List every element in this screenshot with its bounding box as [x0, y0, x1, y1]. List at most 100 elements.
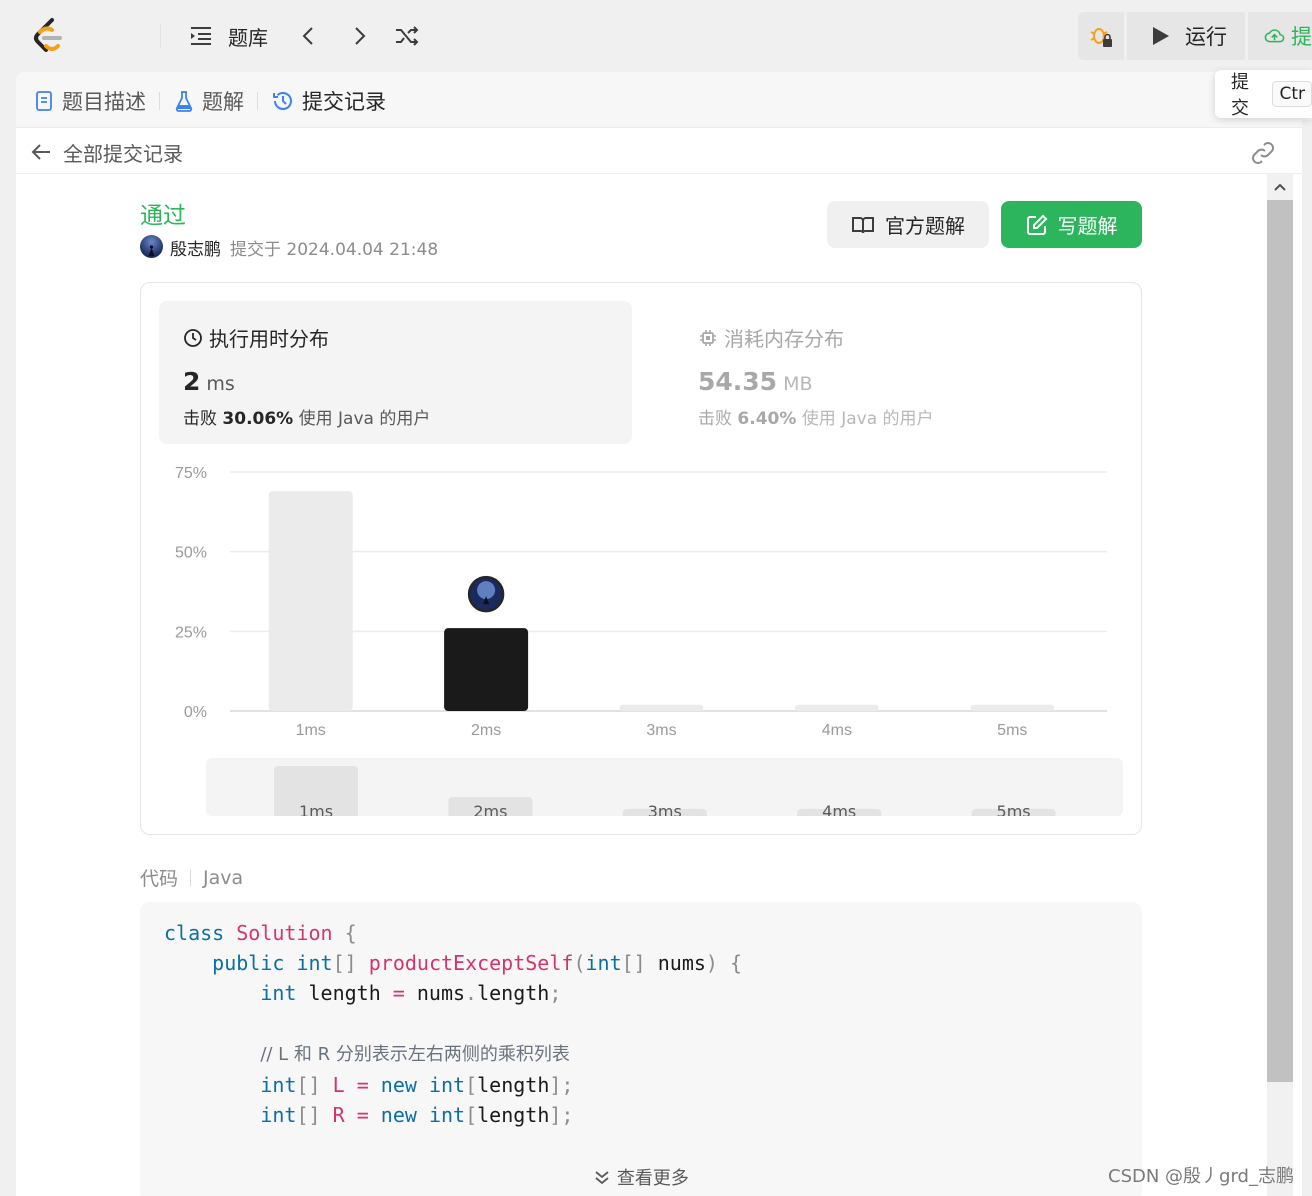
chart-bar — [970, 704, 1055, 711]
runtime-number: 2 — [183, 367, 201, 396]
chevron-right-icon — [355, 27, 366, 45]
problem-bank-button[interactable]: 题库 — [188, 18, 268, 54]
author-name[interactable]: 殷志鹏 — [170, 235, 221, 260]
divider — [190, 869, 192, 886]
tab-description[interactable]: 题目描述 — [34, 86, 146, 116]
runtime-distribution-chart: 0% 25% 50% 75% 1ms 2ms 3ms 4ms 5ms — [175, 465, 1107, 739]
beat-suffix: 使用 Java 的用户 — [298, 409, 431, 429]
see-more-button[interactable]: 查看更多 — [140, 1164, 1142, 1190]
chart-bar — [268, 491, 353, 711]
edit-icon — [1026, 214, 1047, 235]
top-bar: 题库 运行 提 — [0, 0, 1312, 72]
beat-percent: 30.06% — [222, 409, 294, 429]
code-header: 代码 Java — [140, 864, 243, 891]
runtime-title-label: 执行用时分布 — [209, 327, 329, 351]
avatar-figure-icon — [148, 245, 155, 256]
code-block: class Solution { public int[] productExc… — [140, 902, 1142, 1196]
divider — [257, 92, 258, 110]
x-tick-label: 4ms — [822, 722, 852, 739]
scroll-up-button[interactable] — [1267, 174, 1293, 200]
shortcut-key: Ctr — [1272, 81, 1312, 107]
mini-x-label: 3ms — [648, 802, 682, 816]
leetcode-logo[interactable] — [28, 16, 68, 56]
chart-bar — [619, 704, 704, 711]
bug-lock-icon — [1090, 28, 1112, 47]
code-label: 代码 — [140, 868, 179, 890]
tab-solutions-label: 题解 — [202, 90, 244, 114]
beat-percent: 6.40% — [737, 409, 797, 429]
history-icon — [273, 92, 292, 110]
submit-label: 提 — [1291, 25, 1312, 49]
flask-icon — [175, 91, 193, 112]
y-tick-label: 25% — [175, 624, 207, 641]
beat-suffix: 使用 Java 的用户 — [801, 409, 934, 429]
chart-bar — [794, 704, 879, 711]
divider — [160, 24, 161, 48]
chevron-up-icon — [1274, 183, 1286, 191]
tab-solutions[interactable]: 题解 — [174, 86, 244, 116]
tab-bar: 题目描述 题解 提交记录 — [16, 72, 1312, 128]
submission-status: 通过 — [140, 203, 186, 229]
code-content: class Solution { public int[] productExc… — [164, 921, 743, 1127]
runtime-stat[interactable]: 执行用时分布 2 ms 击败 30.06% 使用 Java 的用户 — [159, 301, 632, 444]
back-bar: 全部提交记录 — [16, 129, 1312, 174]
mini-x-label: 2ms — [473, 802, 507, 816]
memory-title: 消耗内存分布 — [698, 323, 844, 352]
chevron-left-icon — [302, 27, 313, 45]
memory-unit: MB — [783, 373, 813, 395]
play-icon — [1153, 27, 1169, 45]
mini-x-label: 1ms — [299, 802, 333, 816]
memory-value: 54.35 MB — [698, 367, 813, 396]
debug-button[interactable] — [1078, 12, 1124, 60]
cloud-upload-icon — [1264, 29, 1285, 43]
main-panel: 题目描述 题解 提交记录 全部提交记录 通过 殷志鹏 提交于 2024.04.0… — [16, 72, 1312, 1196]
write-solution-button[interactable]: 写题解 — [1001, 201, 1142, 248]
divider — [159, 92, 160, 110]
document-icon — [36, 91, 52, 111]
official-solution-label: 官方题解 — [885, 214, 965, 238]
chart-bar — [444, 628, 529, 711]
x-tick-label: 2ms — [471, 722, 501, 739]
right-edge-panel — [1302, 120, 1312, 1196]
write-solution-label: 写题解 — [1057, 214, 1118, 238]
tooltip-label: 提交 — [1231, 72, 1249, 119]
scrollbar-thumb[interactable] — [1267, 200, 1293, 1082]
list-icon — [191, 27, 211, 45]
chart-range-navigator[interactable]: 1ms 2ms 3ms 4ms 5ms — [206, 758, 1123, 816]
see-more-label: 查看更多 — [616, 1168, 689, 1189]
prev-problem-button[interactable] — [296, 18, 322, 54]
watermark: CSDN @殷丿grd_志鹏 — [1108, 1166, 1294, 1187]
mini-x-label: 4ms — [822, 802, 856, 816]
all-submissions-link[interactable]: 全部提交记录 — [63, 138, 183, 167]
arrow-left-icon[interactable] — [30, 141, 52, 163]
avatar[interactable] — [140, 235, 163, 258]
run-button[interactable]: 运行 — [1127, 12, 1245, 60]
tab-submissions[interactable]: 提交记录 — [272, 86, 386, 116]
x-tick-label: 5ms — [997, 722, 1027, 739]
y-tick-label: 0% — [184, 704, 207, 721]
chevrons-down-icon — [595, 1171, 609, 1185]
runtime-value: 2 ms — [183, 367, 235, 396]
submit-button[interactable]: 提 — [1248, 12, 1312, 60]
problem-bank-label: 题库 — [228, 25, 268, 50]
code-language: Java — [203, 866, 244, 889]
next-problem-button[interactable] — [346, 18, 372, 54]
submit-time: 提交于 2024.04.04 21:48 — [230, 240, 439, 260]
y-tick-label: 50% — [175, 545, 207, 562]
clock-icon — [184, 328, 202, 347]
memory-number: 54.35 — [698, 367, 778, 396]
memory-stat[interactable]: 消耗内存分布 54.35 MB 击败 6.40% 使用 Java 的用户 — [674, 301, 1114, 444]
stats-card: 执行用时分布 2 ms 击败 30.06% 使用 Java 的用户 消耗内存分布 … — [140, 282, 1142, 835]
x-tick-label: 3ms — [646, 722, 676, 739]
official-solution-button[interactable]: 官方题解 — [827, 201, 989, 248]
shuffle-icon — [396, 26, 419, 46]
submit-tooltip: 提交 Ctr — [1215, 70, 1312, 119]
memory-beat: 击败 6.40% 使用 Java 的用户 — [698, 404, 934, 429]
runtime-unit: ms — [206, 373, 235, 395]
mini-x-label: 5ms — [997, 802, 1031, 816]
random-problem-button[interactable] — [394, 18, 420, 54]
run-label: 运行 — [1185, 25, 1227, 49]
link-icon[interactable] — [1250, 140, 1276, 166]
runtime-beat: 击败 30.06% 使用 Java 的用户 — [183, 404, 430, 429]
memory-title-label: 消耗内存分布 — [724, 327, 844, 351]
